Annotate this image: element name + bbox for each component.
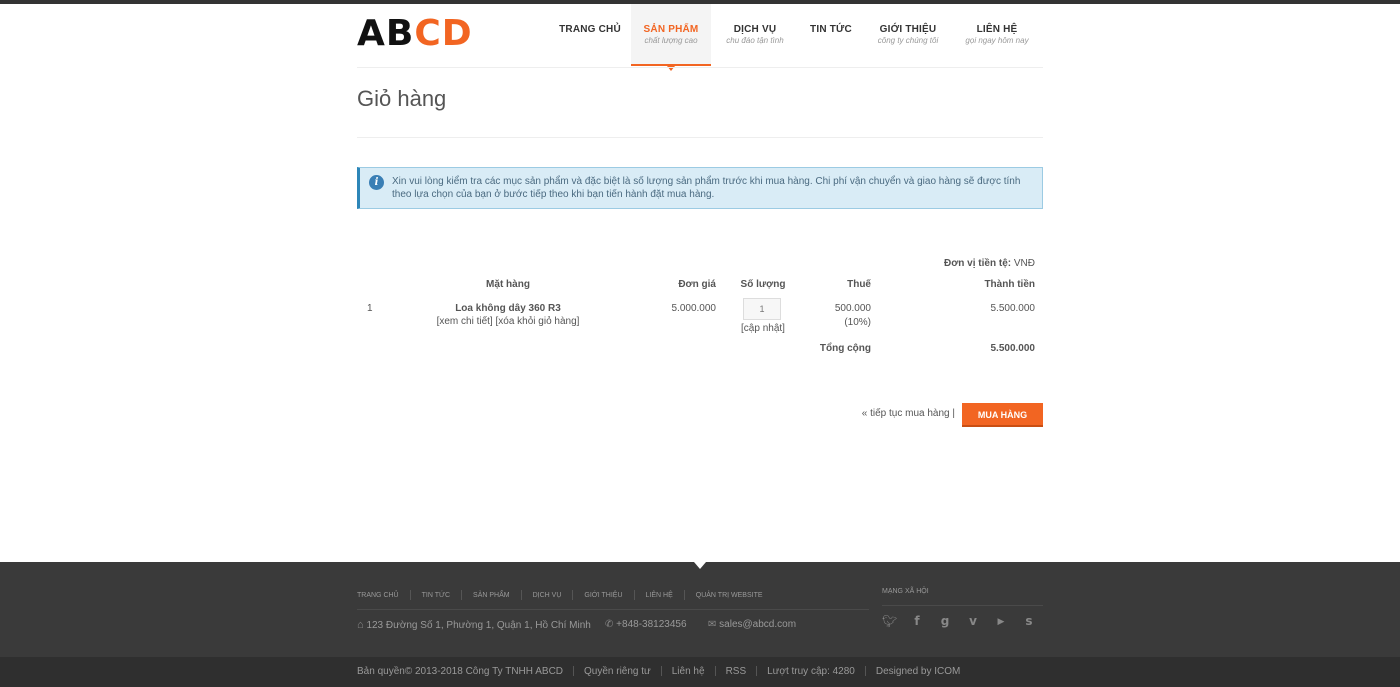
product-actions: [xem chi tiết] [xóa khỏi giỏ hàng] [400, 316, 616, 327]
footer-link-services[interactable]: DỊCH VỤ [533, 592, 562, 599]
nav-label: TIN TỨC [810, 24, 852, 35]
nav-sub: gọi ngay hôm nay [965, 36, 1029, 45]
grand-total-label: Tổng cộng [819, 343, 871, 354]
header-divider [357, 67, 1043, 68]
privacy-link[interactable]: Quyền riêng tư [584, 666, 651, 677]
nav-item-about[interactable]: GIỚI THIỆU công ty chúng tôi [869, 4, 947, 66]
footer-link-admin[interactable]: QUẢN TRỊ WEBSITE [696, 592, 763, 599]
continue-separator: | [952, 408, 955, 419]
footer-phone: ✆ +848-38123456 [605, 619, 687, 630]
footer-link-home[interactable]: TRANG CHỦ [357, 592, 399, 599]
header-total: Thành tiền [984, 279, 1035, 290]
footer-divider [461, 590, 463, 600]
continue-shopping: « tiếp tục mua hàng | [862, 408, 955, 419]
vimeo-icon[interactable]: v [966, 614, 980, 628]
footer-link-news[interactable]: TIN TỨC [422, 592, 450, 599]
logo-dark-part: AB [357, 13, 415, 54]
footer-divider-line [357, 609, 869, 610]
nav-label: DỊCH VỤ [733, 24, 777, 35]
facebook-icon[interactable]: f [910, 614, 924, 628]
checkout-button[interactable]: MUA HÀNG [962, 403, 1043, 427]
row-total: 5.500.000 [990, 303, 1036, 314]
home-icon: ⌂ [357, 619, 364, 631]
email-text[interactable]: sales@abcd.com [719, 619, 796, 630]
nav-label: GIỚI THIỆU [879, 24, 937, 35]
footer-caret-icon [694, 562, 706, 569]
remove-item-link[interactable]: [xóa khỏi giỏ hàng] [495, 316, 579, 327]
twitter-icon[interactable]: 🐦︎ [882, 614, 897, 628]
visit-counter: Lượt truy cập: 4280 [767, 666, 855, 677]
nav-item-products[interactable]: SẢN PHẨM chất lượng cao [631, 4, 711, 71]
page-title: Giỏ hàng [357, 86, 447, 111]
nav-sub: chất lượng cao [644, 36, 698, 45]
table-row: Loa không dây 360 R3 [xem chi tiết] [xóa… [400, 303, 616, 327]
title-divider [357, 137, 1043, 138]
footer-address: ⌂ 123 Đường Số 1, Phường 1, Quận 1, Hồ C… [357, 619, 591, 631]
mail-icon: ✉ [708, 619, 717, 630]
youtube-icon[interactable]: ▶ [994, 614, 1008, 628]
footer-link-about[interactable]: GIỚI THIỆU [584, 592, 622, 599]
alert-text: Xin vui lòng kiểm tra các mục sản phẩm v… [392, 176, 1021, 200]
footer-email: ✉ sales@abcd.com [708, 619, 796, 630]
nav-label: TRANG CHỦ [559, 24, 621, 35]
address-text: 123 Đường Số 1, Phường 1, Quận 1, Hồ Chí… [366, 620, 591, 631]
social-divider-line [882, 605, 1043, 606]
nav-item-contact[interactable]: LIÊN HỆ gọi ngay hôm nay [957, 4, 1037, 66]
footer-links: TRANG CHỦ TIN TỨC SẢN PHẨM DỊCH VỤ GIỚI THIỆ… [357, 590, 763, 600]
google-icon[interactable]: g [938, 614, 952, 628]
currency-label-text: Đơn vị tiền tệ: [943, 258, 1012, 269]
currency-label: Đơn vị tiền tệ: VNĐ [944, 258, 1035, 269]
bottom-divider [864, 666, 866, 677]
quantity-input[interactable]: 1 [743, 298, 781, 320]
footer-divider [520, 590, 522, 600]
footer-link-products[interactable]: SẢN PHẨM [473, 592, 510, 599]
grand-total-value: 5.500.000 [990, 343, 1036, 354]
bottom-divider [660, 666, 662, 677]
view-detail-link[interactable]: [xem chi tiết] [437, 316, 493, 327]
unit-price: 5.000.000 [671, 303, 717, 314]
tax-rate: (10%) [844, 317, 871, 328]
footer-divider [409, 590, 411, 600]
tax-amount: 500.000 [834, 303, 871, 314]
info-icon: i [369, 175, 384, 190]
footer-link-contact[interactable]: LIÊN HỆ [646, 592, 673, 599]
nav-label: SẢN PHẨM [643, 24, 699, 35]
bottom-divider [573, 666, 575, 677]
continue-shopping-link[interactable]: « tiếp tục mua hàng [862, 408, 950, 419]
footer-divider [572, 590, 574, 600]
nav-item-home[interactable]: TRANG CHỦ [547, 4, 633, 66]
nav-sub: công ty chúng tôi [877, 36, 939, 45]
copyright-text: Bản quyền© 2013-2018 Công Ty TNHH ABCD [357, 666, 564, 677]
row-index: 1 [367, 303, 373, 314]
phone-text: +848-38123456 [616, 619, 687, 630]
header-tax: Thuế [847, 279, 871, 290]
bottom-divider [756, 666, 758, 677]
contact-link[interactable]: Liên hệ [672, 666, 705, 677]
social-title: MẠNG XÃ HỘI [882, 588, 929, 595]
nav-sub: chu đáo tận tình [726, 36, 784, 45]
info-alert: i Xin vui lòng kiểm tra các mục sản phẩm… [357, 167, 1043, 209]
skype-icon[interactable]: s [1022, 614, 1036, 628]
copyright-bar: Bản quyền© 2013-2018 Công Ty TNHH ABCD Qu… [357, 666, 960, 677]
header-item: Mặt hàng [486, 279, 530, 290]
header-qty: Số lượng [740, 279, 786, 290]
bottom-divider [714, 666, 716, 677]
product-name[interactable]: Loa không dây 360 R3 [400, 303, 616, 314]
currency-value: VNĐ [1011, 258, 1035, 269]
nav-label: LIÊN HỆ [976, 24, 1018, 35]
phone-icon: ✆ [605, 619, 614, 630]
logo[interactable]: ABCD [357, 14, 473, 54]
header-price: Đơn giá [678, 279, 716, 290]
nav-item-services[interactable]: DỊCH VỤ chu đáo tận tình [715, 4, 795, 66]
nav-item-news[interactable]: TIN TỨC [801, 4, 861, 66]
update-link[interactable]: [cập nhật] [726, 323, 800, 334]
rss-link[interactable]: RSS [726, 666, 747, 677]
designed-by[interactable]: Designed by ICOM [876, 666, 960, 677]
footer-divider [683, 590, 685, 600]
footer-divider [633, 590, 635, 600]
logo-accent-part: CD [414, 13, 473, 54]
